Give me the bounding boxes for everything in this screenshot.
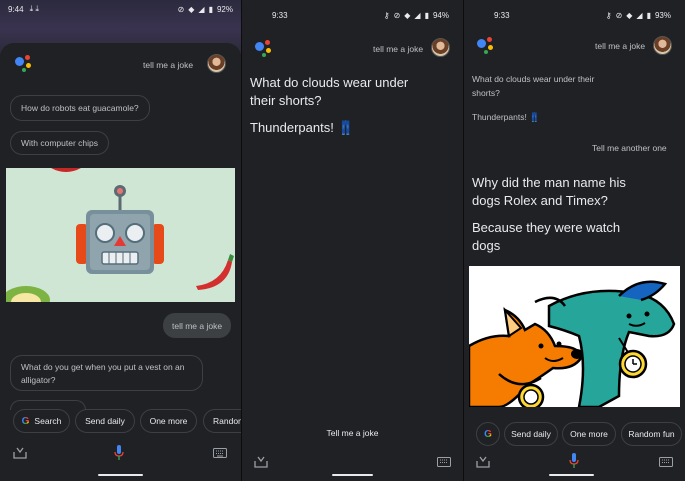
battery-level: 93% [654,10,671,20]
robot-image [6,168,235,302]
assistant-bubble: What do you get when you put a vest on a… [10,355,203,391]
assistant-screen-2: 9:33 ⚷ ⊘ ◆ ◢ ▮ 94% tell me a joke What d… [242,0,463,481]
joke-answer: Because they were watch dogs [472,219,677,255]
joke-line: What do you get when you put a vest on a… [21,362,185,372]
header-query: tell me a joke [595,41,646,51]
gesture-bar[interactable] [332,474,373,476]
snapshot-icon[interactable] [13,447,27,459]
gesture-bar[interactable] [98,474,143,476]
avatar[interactable] [207,54,226,73]
status-bar: 9:33 ⚷ ⊘ ◆ ◢ ▮ 93% [464,0,685,30]
assistant-logo-icon [255,40,275,60]
chip-label: Random fun [628,429,675,439]
suggestion-chip-search[interactable]: G [476,422,500,446]
header-query: tell me a joke [143,60,194,70]
download-icon: ⤓ ⤓ [29,4,39,13]
wifi-icon: ◆ [188,4,195,14]
suggestion-chip-send-daily[interactable]: Send daily [504,422,558,446]
joke-answer: Thunderpants! 👖 [250,120,354,135]
chip-label: One more [570,429,608,439]
battery-level: 94% [432,10,449,20]
status-time: 9:33 [494,10,510,20]
suggestion-chip-send-daily[interactable]: Send daily [75,409,135,433]
suggestion-chip-one-more[interactable]: One more [562,422,616,446]
dogs-image [469,266,680,407]
key-icon: ⚷ [605,10,612,20]
assistant-screen-3: 9:33 ⚷ ⊘ ◆ ◢ ▮ 93% tell me a joke What d… [464,0,685,481]
joke-line: What do clouds wear under [250,75,409,90]
snapshot-icon[interactable] [476,456,490,468]
dnd-icon: ⊘ [393,10,401,20]
suggestion-chip-random[interactable]: Random [203,409,241,433]
mic-icon[interactable] [569,453,579,469]
chip-label: Send daily [85,416,125,426]
signal-icon: ◢ [636,10,643,20]
joke-line: dogs [472,238,501,253]
suggestion-chip-random-fun[interactable]: Random fun [621,422,682,446]
google-icon: G [484,428,492,440]
joke-line: shorts? [472,88,500,98]
key-icon: ⚷ [383,10,390,20]
assistant-bubble: With computer chips [10,131,109,155]
keyboard-icon[interactable] [437,457,451,467]
status-time: 9:33 [272,10,288,20]
chip-label: Send daily [511,429,551,439]
dnd-icon: ⊘ [615,10,623,20]
status-bar: 9:33 ⚷ ⊘ ◆ ◢ ▮ 94% [242,0,463,30]
joke-line: alligator? [21,375,56,385]
battery-icon: ▮ [208,4,213,14]
keyboard-icon[interactable] [213,448,227,458]
tell-me-a-joke-chip[interactable]: Tell me a joke [242,428,463,438]
joke-question: What do clouds wear under their shorts? [250,74,460,110]
wifi-icon: ◆ [404,10,411,20]
keyboard-icon[interactable] [659,457,673,467]
wifi-icon: ◆ [626,10,633,20]
signal-icon: ◢ [414,10,421,20]
signal-icon: ◢ [198,4,205,14]
suggestion-chip-one-more[interactable]: One more [140,409,197,433]
chip-label: Search [34,416,62,426]
chip-label: One more [149,416,188,426]
gesture-bar[interactable] [549,474,594,476]
assistant-logo-icon [477,37,497,57]
avatar[interactable] [653,36,672,55]
joke-line: What do clouds wear under their [472,74,595,84]
joke-line: Because they were watch [472,220,621,235]
avatar[interactable] [431,38,450,57]
joke-line: dogs Rolex and Timex? [472,193,608,208]
battery-icon: ▮ [646,10,651,20]
assistant-screen-1: 9:44 ⤓ ⤓ ⊘ ◆ ◢ ▮ 92% tell me a joke How … [0,0,241,481]
status-bar: 9:44 ⤓ ⤓ ⊘ ◆ ◢ ▮ 92% [0,0,241,18]
user-query: Tell me another one [592,143,667,153]
header-query: tell me a joke [373,44,424,54]
previous-joke-answer: Thunderpants! 👖 [472,112,540,122]
joke-line: Why did the man name his [472,175,626,190]
suggestion-chip-search[interactable]: G Search [13,409,70,433]
battery-icon: ▮ [424,10,429,20]
previous-joke-question: What do clouds wear under their shorts? [472,72,594,100]
chip-label: Random [213,416,241,426]
user-bubble: tell me a joke [163,313,232,338]
battery-level: 92% [216,4,233,14]
joke-line: their shorts? [250,93,322,108]
google-icon: G [21,415,30,427]
mic-icon[interactable] [114,445,124,461]
status-time: 9:44 [8,4,24,14]
joke-question: Why did the man name his dogs Rolex and … [472,174,677,210]
assistant-bubble: How do robots eat guacamole? [10,95,150,121]
assistant-logo-icon [15,55,35,75]
dnd-icon: ⊘ [177,4,185,14]
snapshot-icon[interactable] [254,456,268,468]
